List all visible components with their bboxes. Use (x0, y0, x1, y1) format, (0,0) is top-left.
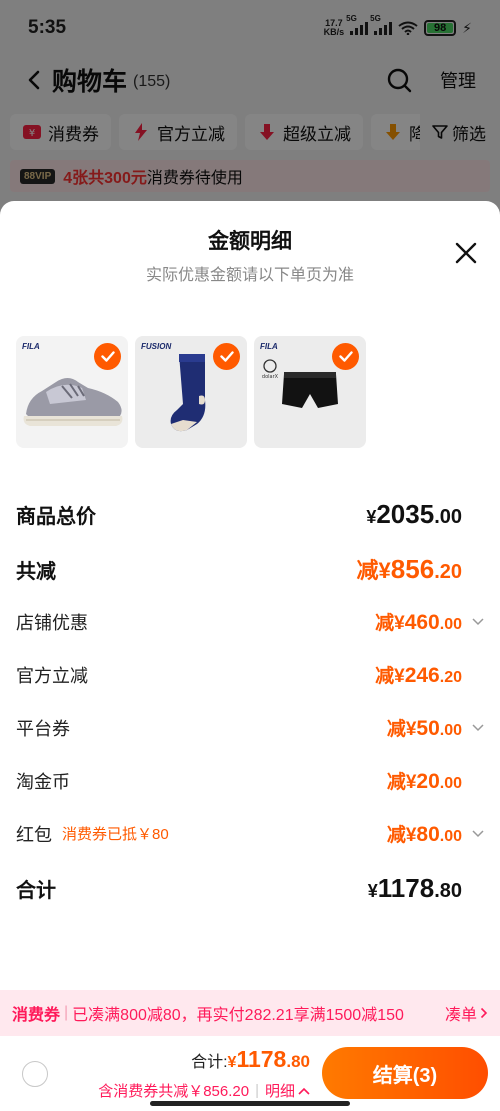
checkout-total: 合计: ¥1178.80 (191, 1046, 310, 1072)
row-taojinbi: 淘金币 减¥ 20.00 (16, 767, 484, 794)
official-discount-amount: 减¥ 246.20 (375, 664, 462, 687)
red-packet-amount: 减¥ 80.00 (386, 823, 462, 846)
row-sum: 合计 ¥1178.80 (16, 873, 462, 903)
row-total-price: 商品总价 ¥2035.00 (16, 499, 462, 529)
total-price-amount: ¥2035.00 (366, 499, 462, 529)
row-total-discount: 共减 减¥ 856.20 (16, 554, 462, 584)
chevron-down-icon[interactable] (472, 723, 484, 732)
red-packet-note: 消费券已抵￥80 (62, 826, 169, 843)
close-icon[interactable] (454, 241, 478, 265)
coupon-note: 含消费券共减￥856.20 (98, 1083, 250, 1100)
chevron-up-icon (298, 1087, 310, 1095)
promo-tag: 消费券 (12, 1007, 61, 1024)
promo-text: 已凑满800减80，再实付282.21享满1500减150 (72, 1007, 404, 1024)
settle-button[interactable]: 结算(3) (322, 1047, 488, 1099)
selected-check-icon[interactable] (332, 343, 359, 370)
chevron-down-icon[interactable] (472, 829, 484, 838)
chevron-down-icon[interactable] (472, 617, 484, 626)
add-items-link[interactable]: 凑单 (445, 1001, 488, 1025)
row-official-discount: 官方立减 减¥ 246.20 (16, 661, 484, 688)
select-all-radio[interactable] (22, 1061, 48, 1087)
selected-check-icon[interactable] (94, 343, 121, 370)
svg-text:dolarX: dolarX (262, 374, 279, 380)
checkout-discount-line: 含消费券共减￥856.20 | 明细 (98, 1080, 310, 1101)
platform-coupon-amount: 减¥ 50.00 (386, 717, 462, 740)
brand-logo: FILA (260, 342, 278, 351)
brand-logo: FUSION (141, 342, 172, 351)
total-discount-amount: 减¥ 856.20 (356, 554, 462, 584)
home-indicator (150, 1101, 350, 1106)
product-thumbnails: FILA FUSION dolarX FILA (16, 336, 366, 448)
row-red-packet[interactable]: 红包 消费券已抵￥80 减¥ 80.00 (16, 820, 484, 847)
checkout-bar: 合计: ¥1178.80 含消费券共减￥856.20 | 明细 结算(3) (0, 1036, 500, 1111)
brand-logo: FILA (22, 342, 40, 351)
taojinbi-amount: 减¥ 20.00 (386, 770, 462, 793)
detail-toggle[interactable]: 明细 (265, 1080, 310, 1101)
selected-check-icon[interactable] (213, 343, 240, 370)
product-thumbnail[interactable]: dolarX FILA (254, 336, 366, 448)
shop-discount-amount: 减¥ 460.00 (375, 611, 462, 634)
sum-amount: ¥1178.80 (367, 873, 462, 903)
amount-detail-sheet: 金额明细 实际优惠金额请以下单页为准 FILA FUSION dolarX FI… (0, 201, 500, 1111)
row-platform-coupon[interactable]: 平台券 减¥ 50.00 (16, 714, 484, 741)
coupon-progress-bar: 消费券 | 已凑满800减80，再实付282.21享满1500减150 凑单 (0, 990, 500, 1036)
sheet-subtitle: 实际优惠金额请以下单页为准 (145, 267, 354, 284)
row-shop-discount[interactable]: 店铺优惠 减¥ 460.00 (16, 608, 484, 635)
checkout-total-amount: ¥1178.80 (227, 1046, 310, 1072)
product-thumbnail[interactable]: FUSION (135, 336, 247, 448)
product-thumbnail[interactable]: FILA (16, 336, 128, 448)
chevron-right-icon (480, 1007, 488, 1019)
sheet-title: 金额明细 (208, 230, 292, 253)
